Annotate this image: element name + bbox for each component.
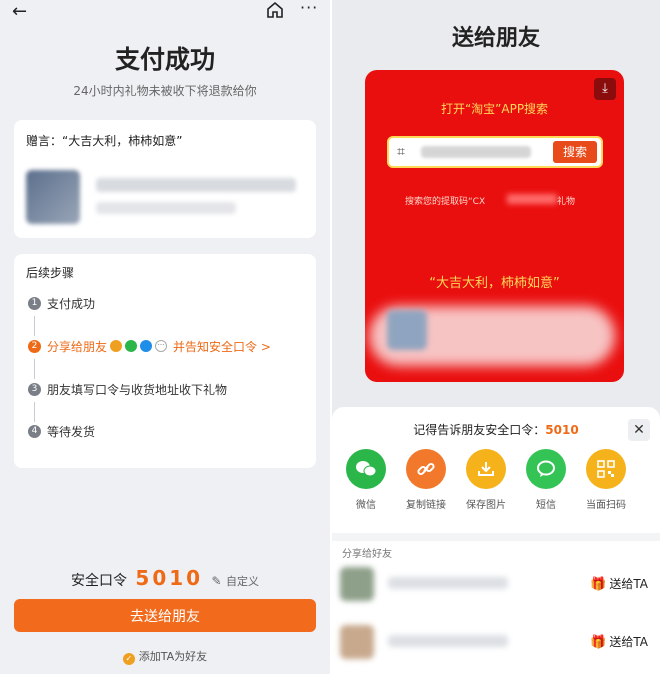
share-label: 保存图片 [466, 500, 506, 511]
step-1: 1 支付成功 [28, 294, 95, 312]
divider [332, 533, 660, 541]
add-friend-label: 添加TA为好友 [138, 650, 208, 663]
share-save-image[interactable]: 保存图片 [456, 449, 516, 511]
qq-icon [140, 340, 153, 352]
scan-icon: ⌗ [397, 144, 405, 160]
search-code-blurred [421, 146, 531, 158]
step-number: 4 [28, 424, 41, 438]
page-subtitle: 24小时内礼物未被收下将退款给你 [73, 84, 257, 98]
edit-icon[interactable]: ✎ [212, 574, 222, 588]
send-gift-label: 送给TA [609, 577, 648, 591]
more-icon[interactable]: ··· [300, 0, 318, 17]
send-gift-button[interactable]: 🎁 送给TA [590, 575, 648, 592]
code-hint-blurred [507, 194, 557, 204]
step-number: 2 [28, 339, 41, 353]
step-label: 等待发货 [47, 424, 96, 439]
friend-row: 🎁 送给TA [332, 623, 660, 663]
gift-desc-blurred [96, 202, 236, 214]
step-label: 分享给朋友 [47, 339, 108, 354]
page-title: 支付成功 [114, 45, 215, 74]
code-hint: 搜索您的提取码“CX [405, 197, 486, 207]
step-suffix: 并告知安全口令 > [173, 339, 271, 354]
step-connector [34, 359, 35, 379]
steps-title: 后续步骤 [26, 266, 75, 280]
friend-avatar [340, 625, 374, 659]
step-label: 朋友填写口令与收货地址收下礼物 [47, 382, 228, 397]
give-to-friend-button[interactable]: 去送给朋友 [14, 599, 316, 632]
wechat-icon [346, 449, 386, 489]
step-2-share[interactable]: 2 分享给朋友 ··· 并告知安全口令 > [28, 337, 271, 355]
friend-avatar [340, 567, 374, 601]
add-friend-option[interactable]: ✓ 添加TA为好友 [0, 648, 330, 665]
gift-message-card: 赠言：“大吉大利，柿柿如意” [14, 120, 316, 238]
gift-icon: 🎁 [590, 577, 607, 592]
step-number: 1 [28, 296, 41, 310]
share-sheet-title-text: 记得告诉朋友安全口令： [413, 423, 546, 437]
share-sms[interactable]: 短信 [516, 449, 576, 511]
qrcode-icon [586, 449, 626, 489]
gift-image-blurred [26, 170, 80, 224]
search-box: ⌗ 搜索 [387, 136, 603, 168]
share-label: 当面扫码 [586, 500, 626, 511]
share-sheet-title: 记得告诉朋友安全口令：5010 [332, 421, 660, 438]
share-friends-title: 分享给好友 [342, 549, 392, 560]
friend-name-blurred [388, 577, 508, 589]
message-icon [526, 449, 566, 489]
download-icon [466, 449, 506, 489]
friend-name-blurred [388, 635, 508, 647]
customize-code-link[interactable]: 自定义 [226, 575, 259, 588]
link-icon [110, 340, 123, 352]
share-qrcode[interactable]: 当面扫码 [576, 449, 636, 511]
close-icon[interactable]: ✕ [628, 419, 650, 441]
send-gift-label: 送给TA [609, 635, 648, 649]
security-code-row: 安全口令 5010 ✎ 自定义 [0, 566, 330, 590]
home-icon[interactable] [266, 1, 284, 23]
security-code-value: 5010 [135, 566, 204, 590]
friend-row: 🎁 送给TA [332, 565, 660, 605]
card-heading: 打开“淘宝”APP搜索 [440, 102, 549, 116]
payment-success-panel: ← ··· 支付成功 24小时内礼物未被收下将退款给你 赠言：“大吉大利，柿柿如… [0, 0, 330, 674]
share-label: 微信 [356, 500, 376, 511]
link-icon [406, 449, 446, 489]
step-label: 支付成功 [47, 296, 96, 311]
sender-avatar-blurred [387, 310, 427, 350]
share-label: 复制链接 [406, 500, 446, 511]
gift-name-blurred [96, 178, 296, 192]
step-3: 3 朋友填写口令与收货地址收下礼物 [28, 380, 227, 398]
step-4: 4 等待发货 [28, 422, 95, 440]
security-code-label: 安全口令 [70, 573, 127, 589]
download-icon[interactable]: ⤓ [594, 78, 616, 100]
share-wechat[interactable]: 微信 [336, 449, 396, 511]
gift-share-card: ⤓ 打开“淘宝”APP搜索 ⌗ 搜索 搜索您的提取码“CX 礼物 “大吉大利，柿… [365, 70, 624, 382]
share-sheet-code: 5010 [545, 423, 579, 437]
page-title: 送给朋友 [451, 26, 540, 51]
send-gift-button[interactable]: 🎁 送给TA [590, 633, 648, 650]
share-options: 微信 复制链接 保存图片 短信 当面扫码 [332, 449, 660, 519]
search-button: 搜索 [553, 141, 597, 163]
more-dots-icon: ··· [155, 340, 168, 352]
step-connector [34, 402, 35, 422]
gift-message: “大吉大利，柿柿如意” [429, 276, 560, 291]
gift-icon: 🎁 [590, 635, 607, 650]
wechat-icon [125, 340, 138, 352]
gift-message: 赠言：“大吉大利，柿柿如意” [26, 134, 183, 148]
share-label: 短信 [536, 500, 556, 511]
code-hint-suffix: 礼物 [557, 197, 576, 207]
back-arrow-icon[interactable]: ← [12, 1, 27, 22]
step-connector [34, 316, 35, 336]
check-icon[interactable]: ✓ [122, 653, 135, 665]
top-bar: ← ··· [0, 0, 330, 22]
next-steps-card: 后续步骤 1 支付成功 2 分享给朋友 ··· 并告知安全口令 > 3 朋友填写… [14, 254, 316, 468]
send-to-friend-panel: 送给朋友 ⤓ 打开“淘宝”APP搜索 ⌗ 搜索 搜索您的提取码“CX 礼物 “大… [332, 0, 660, 674]
step-number: 3 [28, 382, 41, 396]
share-copy-link[interactable]: 复制链接 [396, 449, 456, 511]
share-sheet: 记得告诉朋友安全口令：5010 ✕ 微信 复制链接 保存图片 短信 当面扫码 分… [332, 407, 660, 674]
